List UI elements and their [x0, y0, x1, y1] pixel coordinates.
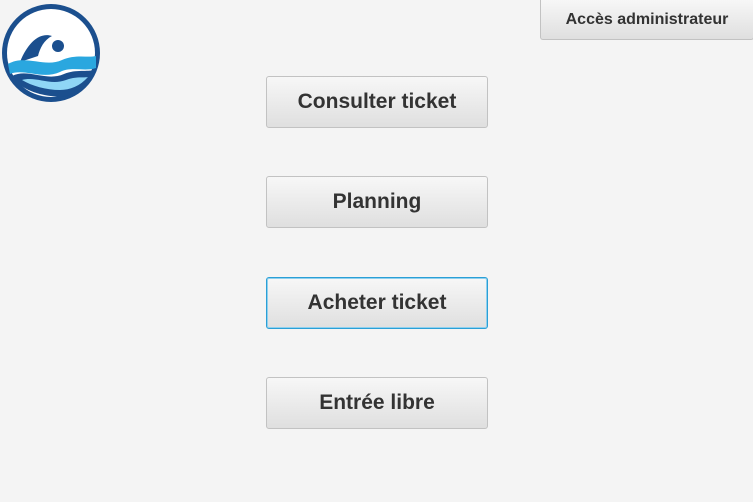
planning-button[interactable]: Planning [266, 176, 488, 228]
consult-ticket-button[interactable]: Consulter ticket [266, 76, 488, 128]
buy-ticket-button[interactable]: Acheter ticket [266, 277, 488, 329]
admin-access-button[interactable]: Accès administrateur [540, 0, 753, 40]
swimmer-logo-icon [0, 2, 103, 105]
free-entry-button[interactable]: Entrée libre [266, 377, 488, 429]
